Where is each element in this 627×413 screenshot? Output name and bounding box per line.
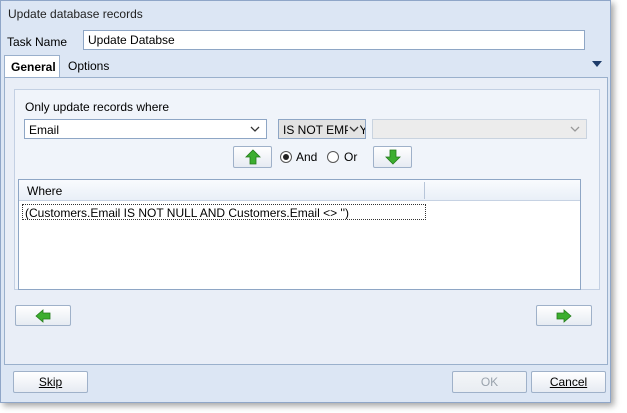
chevron-down-icon [250, 126, 260, 132]
dialog-title: Update database records [8, 7, 143, 21]
or-label: Or [344, 150, 358, 164]
tab-options[interactable]: Options [62, 55, 122, 77]
value-select[interactable] [372, 119, 587, 139]
previous-button[interactable] [15, 305, 71, 326]
ok-button-label: OK [480, 375, 499, 389]
arrow-up-icon [244, 149, 261, 165]
tab-menu-dropdown-icon[interactable] [592, 61, 602, 67]
skip-button[interactable]: Skip [13, 371, 88, 393]
next-button[interactable] [536, 305, 592, 326]
column-divider[interactable] [424, 182, 425, 199]
field-select[interactable]: Email [24, 119, 267, 139]
or-radio[interactable] [327, 151, 339, 163]
update-records-dialog: Update database records Task Name Update… [0, 0, 611, 403]
move-up-button[interactable] [233, 146, 272, 168]
grid-header: Where [19, 180, 580, 201]
cancel-button-label: Cancel [549, 375, 588, 389]
chevron-down-icon [570, 126, 580, 132]
cancel-button[interactable]: Cancel [531, 371, 606, 393]
ok-button[interactable]: OK [452, 371, 527, 393]
filter-heading: Only update records where [25, 100, 170, 114]
tab-bar: General Options [4, 55, 608, 78]
skip-button-label: Skip [38, 375, 63, 389]
column-header-where[interactable]: Where [27, 184, 62, 198]
arrow-right-icon [556, 309, 572, 323]
and-label: And [296, 150, 318, 164]
where-clause-cell[interactable]: (Customers.Email IS NOT NULL AND Custome… [22, 204, 426, 220]
task-name-input[interactable]: Update Databse [83, 30, 585, 50]
arrow-down-icon [384, 149, 401, 165]
where-grid[interactable]: Where (Customers.Email IS NOT NULL AND C… [18, 179, 581, 290]
move-down-button[interactable] [373, 146, 412, 168]
general-tab-panel: Only update records where Email IS NOT E… [4, 77, 608, 365]
field-select-value: Email [29, 123, 60, 137]
chevron-down-icon [348, 123, 360, 135]
and-radio[interactable] [280, 151, 292, 163]
task-name-label: Task Name [7, 35, 68, 49]
operator-select[interactable]: IS NOT EMPTY [278, 119, 366, 139]
title-bar: Update database records [1, 1, 610, 27]
arrow-left-icon [35, 309, 51, 323]
tab-general[interactable]: General [4, 55, 60, 77]
